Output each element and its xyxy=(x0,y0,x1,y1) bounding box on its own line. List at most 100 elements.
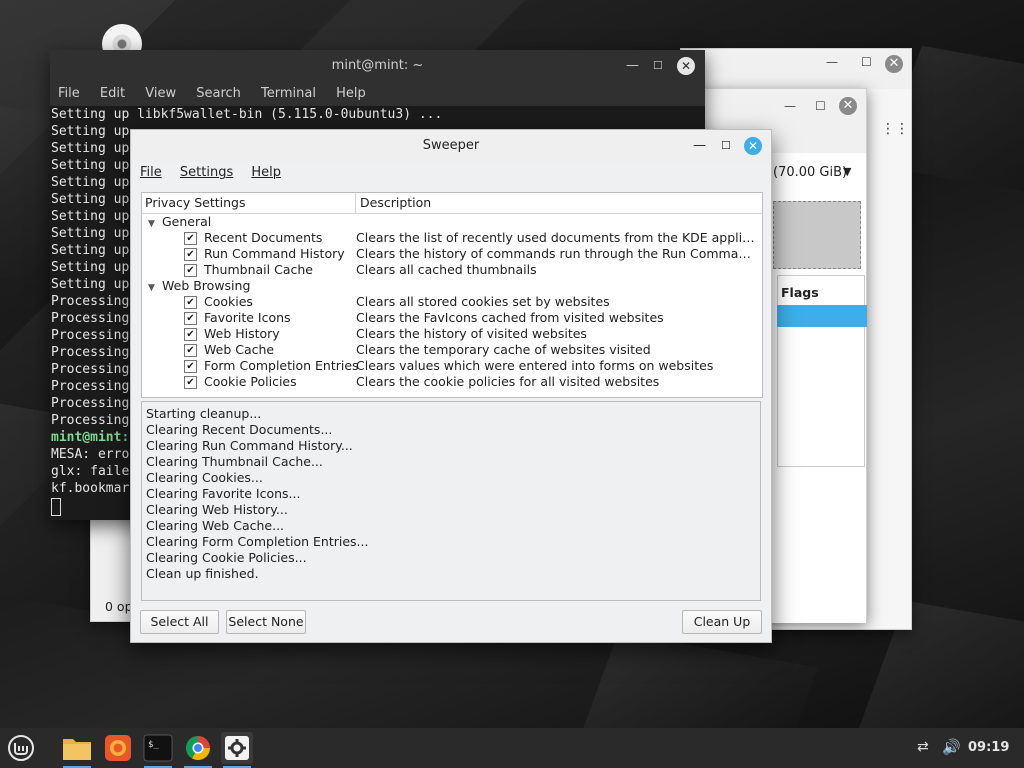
checkbox[interactable]: ✔ xyxy=(184,328,197,341)
log-line: Clearing Cookies... xyxy=(146,470,263,485)
network-icon[interactable]: ⇄ xyxy=(917,739,929,755)
tree-header: Privacy Settings Description xyxy=(142,193,762,214)
menu-view[interactable]: View xyxy=(145,86,176,101)
menu-terminal[interactable]: Terminal xyxy=(261,86,316,101)
settings-icon[interactable] xyxy=(221,732,253,768)
item-description: Clears the temporary cache of websites v… xyxy=(356,342,651,357)
menu-help[interactable]: Help xyxy=(251,165,281,180)
sweeper-window[interactable]: Sweeper — ☐ ✕ File Settings Help Privacy… xyxy=(130,129,772,643)
terminal-titlebar[interactable]: mint@mint: ~ — ☐ ✕ xyxy=(50,50,705,82)
minimize-icon[interactable]: — xyxy=(626,50,639,82)
clean-up-button[interactable]: Clean Up xyxy=(682,610,762,634)
maximize-icon[interactable]: ☐ xyxy=(653,50,663,82)
status-text: 0 op xyxy=(105,599,133,614)
group-label: Web Browsing xyxy=(162,278,251,293)
desktop: — ☐ ✕ — ☐ ✕ ⋮⋮ (70.00 GiB) ▼ Flags 0 op … xyxy=(0,0,1024,728)
tree-item-recent-documents[interactable]: ✔ Recent Documents Clears the list of re… xyxy=(142,230,762,246)
cleanup-log[interactable]: Starting cleanup... Clearing Recent Docu… xyxy=(141,401,761,601)
menu-file[interactable]: File xyxy=(58,86,80,101)
log-line: Clearing Cookie Policies... xyxy=(146,550,307,565)
terminal-icon[interactable]: $_ xyxy=(142,732,174,768)
select-none-button[interactable]: Select None xyxy=(226,610,306,634)
tree-item-form-completion-entries[interactable]: ✔ Form Completion Entries Clears values … xyxy=(142,358,762,374)
sweeper-titlebar[interactable]: Sweeper — ☐ ✕ xyxy=(131,130,771,162)
partition-bar[interactable] xyxy=(773,201,861,269)
log-line: Clearing Favorite Icons... xyxy=(146,486,301,501)
tree-item-run-command-history[interactable]: ✔ Run Command History Clears the history… xyxy=(142,246,762,262)
item-description: Clears the history of visited websites xyxy=(356,326,587,341)
menu-search[interactable]: Search xyxy=(196,86,241,101)
log-line: Clearing Form Completion Entries... xyxy=(146,534,369,549)
maximize-icon[interactable]: ☐ xyxy=(721,130,731,162)
column-description[interactable]: Description xyxy=(356,193,431,213)
item-name: Thumbnail Cache xyxy=(204,262,313,277)
firefox-icon[interactable] xyxy=(102,732,134,764)
checkbox[interactable]: ✔ xyxy=(184,296,197,309)
item-description: Clears all stored cookies set by website… xyxy=(356,294,610,309)
item-name: Cookies xyxy=(204,294,253,309)
checkbox[interactable]: ✔ xyxy=(184,264,197,277)
checkbox[interactable]: ✔ xyxy=(184,344,197,357)
selected-row[interactable] xyxy=(777,305,867,327)
close-icon[interactable]: ✕ xyxy=(677,57,695,75)
column-privacy-settings[interactable]: Privacy Settings xyxy=(142,193,356,213)
log-line: Clearing Recent Documents... xyxy=(146,422,333,437)
item-description: Clears the FavIcons cached from visited … xyxy=(356,310,664,325)
log-line: Clearing Thumbnail Cache... xyxy=(146,454,323,469)
chrome-icon[interactable] xyxy=(182,732,214,768)
item-description: Clears all cached thumbnails xyxy=(356,262,537,277)
checkbox[interactable]: ✔ xyxy=(184,312,197,325)
log-line: Clearing Run Command History... xyxy=(146,438,353,453)
menu-grid-icon[interactable]: ⋮⋮ xyxy=(881,121,909,137)
tree-item-cookies[interactable]: ✔ Cookies Clears all stored cookies set … xyxy=(142,294,762,310)
item-description: Clears the history of commands run throu… xyxy=(356,246,758,261)
item-description: Clears the cookie policies for all visit… xyxy=(356,374,660,389)
item-name: Favorite Icons xyxy=(204,310,291,325)
item-name: Web Cache xyxy=(204,342,275,357)
tree-item-web-cache[interactable]: ✔ Web Cache Clears the temporary cache o… xyxy=(142,342,762,358)
group-web-browsing[interactable]: ▼ Web Browsing xyxy=(142,278,762,294)
close-icon[interactable]: ✕ xyxy=(744,137,762,155)
checkbox[interactable]: ✔ xyxy=(184,360,197,373)
terminal-menubar: File Edit View Search Terminal Help xyxy=(50,82,705,106)
item-description: Clears values which were entered into fo… xyxy=(356,358,714,373)
tree-item-thumbnail-cache[interactable]: ✔ Thumbnail Cache Clears all cached thum… xyxy=(142,262,762,278)
checkbox[interactable]: ✔ xyxy=(184,376,197,389)
menu-icon[interactable] xyxy=(5,732,37,764)
checkbox[interactable]: ✔ xyxy=(184,248,197,261)
menu-edit[interactable]: Edit xyxy=(100,86,125,101)
menu-settings[interactable]: Settings xyxy=(180,165,233,180)
log-line: Starting cleanup... xyxy=(146,406,262,421)
tree-item-favorite-icons[interactable]: ✔ Favorite Icons Clears the FavIcons cac… xyxy=(142,310,762,326)
terminal-title: mint@mint: ~ xyxy=(331,58,424,73)
item-name: Form Completion Entries xyxy=(204,358,359,373)
files-icon[interactable] xyxy=(61,732,93,768)
select-all-button[interactable]: Select All xyxy=(140,610,219,634)
terminal-cursor xyxy=(51,498,61,516)
menu-file[interactable]: File xyxy=(140,165,162,180)
svg-text:$_: $_ xyxy=(148,740,159,750)
item-description: Clears the list of recently used documen… xyxy=(356,230,758,245)
tree-item-web-history[interactable]: ✔ Web History Clears the history of visi… xyxy=(142,326,762,342)
log-line: Clean up finished. xyxy=(146,566,259,581)
group-label: General xyxy=(162,214,212,229)
item-name: Web History xyxy=(204,326,280,341)
item-name: Cookie Policies xyxy=(204,374,297,389)
tree-item-cookie-policies[interactable]: ✔ Cookie Policies Clears the cookie poli… xyxy=(142,374,762,390)
volume-icon[interactable]: 🔊 xyxy=(942,738,961,756)
terminal-line: Setting up libkf5wallet-bin (5.115.0-0ub… xyxy=(51,107,443,122)
checkbox[interactable]: ✔ xyxy=(184,232,197,245)
group-general[interactable]: ▼ General xyxy=(142,214,762,230)
item-name: Recent Documents xyxy=(204,230,323,245)
taskbar: $_ ⇄ 🔊 09:19 xyxy=(0,728,1024,768)
clock[interactable]: 09:19 xyxy=(968,740,1009,755)
partition-size-label[interactable]: (70.00 GiB) xyxy=(773,165,847,180)
dropdown-icon[interactable]: ▼ xyxy=(843,165,851,178)
menu-help[interactable]: Help xyxy=(336,86,366,101)
item-name: Run Command History xyxy=(204,246,345,261)
minimize-icon[interactable]: — xyxy=(693,130,706,162)
sweeper-title: Sweeper xyxy=(422,138,480,153)
privacy-settings-tree[interactable]: Privacy Settings Description ▼ General ✔ … xyxy=(141,192,763,398)
sweeper-menubar: File Settings Help xyxy=(131,162,771,184)
flags-header: Flags xyxy=(781,285,819,300)
